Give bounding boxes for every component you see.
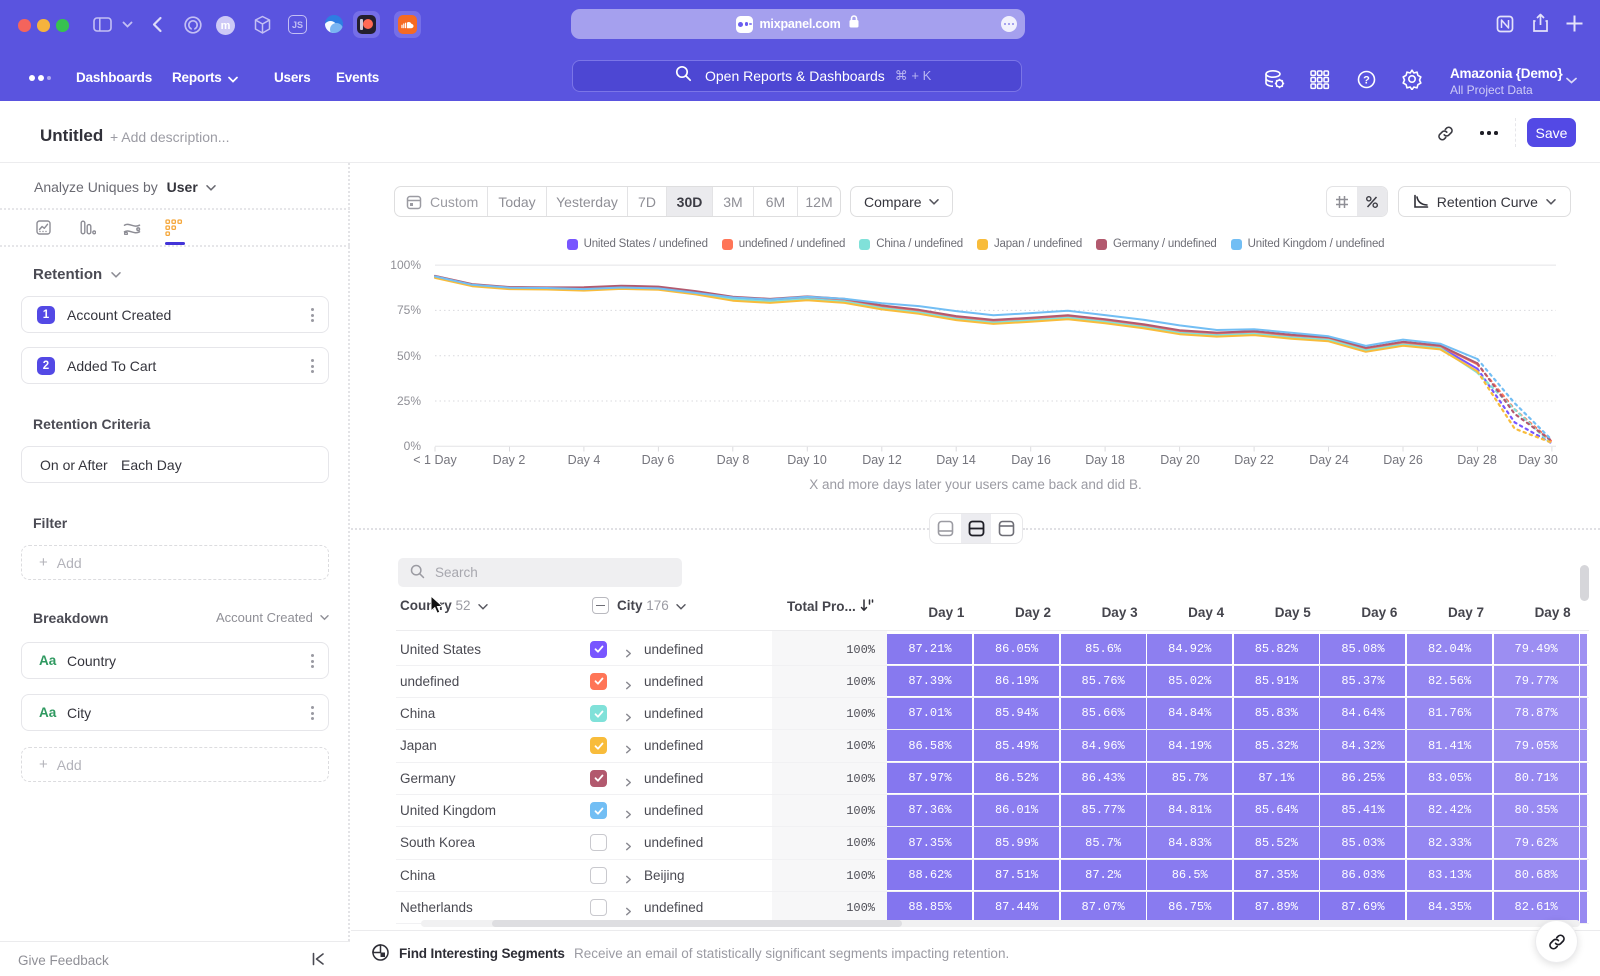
svg-text:?: ? <box>1363 74 1370 86</box>
